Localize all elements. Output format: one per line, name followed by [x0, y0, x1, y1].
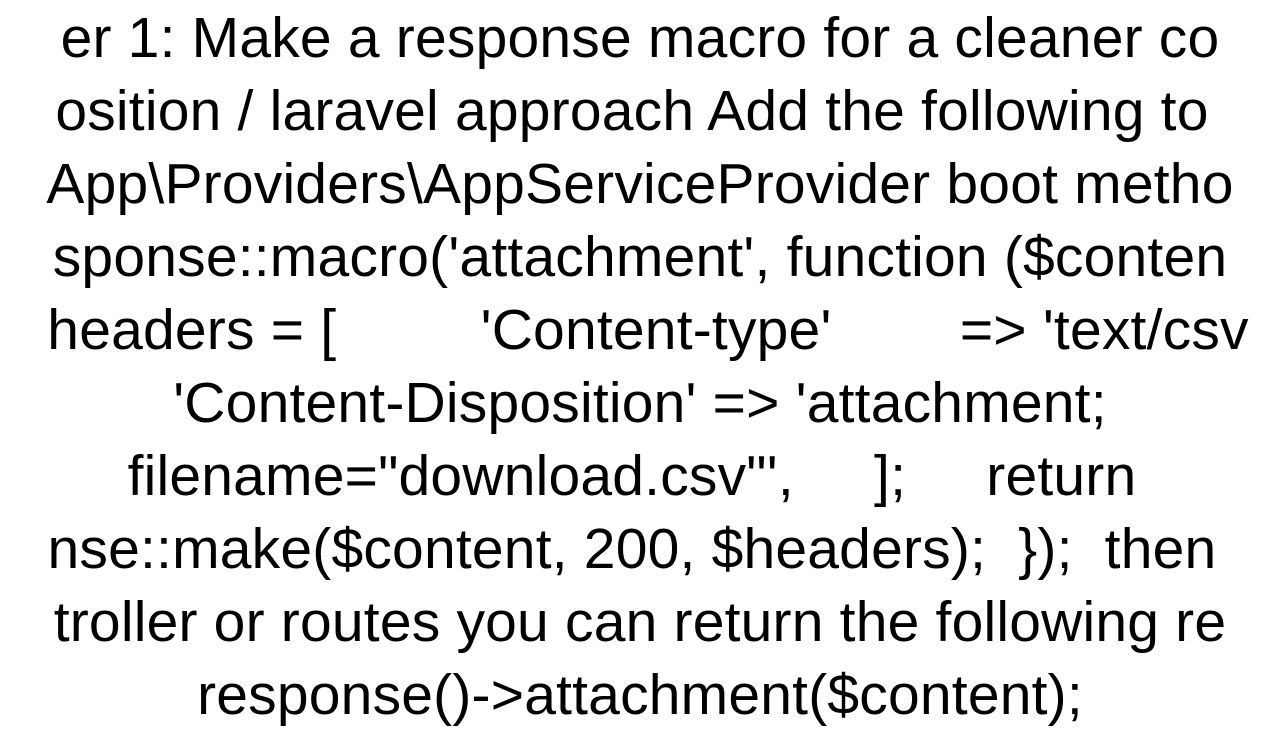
- document-text: er 1: Make a response macro for a cleane…: [0, 2, 1280, 732]
